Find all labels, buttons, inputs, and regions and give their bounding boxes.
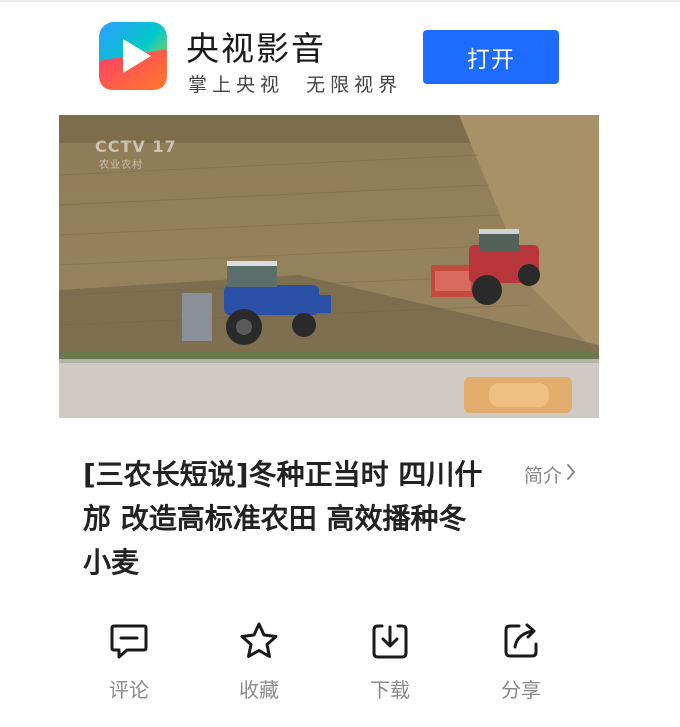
cctv-watermark: CCTV 17: [95, 137, 177, 156]
download-button[interactable]: 下载: [335, 618, 445, 703]
comment-button[interactable]: 评论: [74, 618, 184, 703]
app-slogan: 掌上央视 无限视界: [188, 74, 403, 96]
star-icon: [236, 618, 282, 664]
app-name: 央视影音: [186, 29, 326, 68]
share-icon: [498, 618, 544, 664]
video-player[interactable]: CCTV 17 农业农村: [59, 115, 599, 418]
intro-label: 简介: [524, 465, 563, 487]
download-label: 下载: [370, 678, 410, 702]
channel-watermark: 农业农村: [99, 160, 143, 171]
chevron-right-icon: [566, 463, 576, 486]
comment-label: 评论: [109, 678, 149, 702]
favorite-button[interactable]: 收藏: [204, 618, 314, 703]
comment-icon: [106, 618, 152, 664]
video-title: [三农长短说]冬种正当时 四川什邡 改造高标准农田 高效播种冬小麦: [83, 458, 483, 579]
favorite-label: 收藏: [239, 678, 279, 702]
open-app-button[interactable]: 打开: [423, 30, 559, 84]
download-icon: [367, 618, 413, 664]
app-logo-icon: [98, 21, 168, 91]
share-button[interactable]: 分享: [466, 618, 576, 703]
top-divider: [0, 0, 680, 2]
share-label: 分享: [501, 678, 541, 702]
intro-link[interactable]: 简介: [524, 461, 576, 488]
